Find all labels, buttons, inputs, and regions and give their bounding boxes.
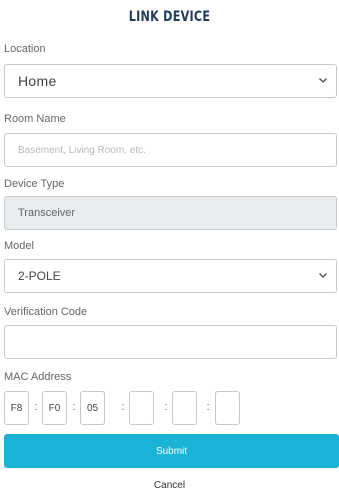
location-value: Home [18, 73, 57, 89]
mac-octet-input[interactable] [215, 391, 240, 425]
model-select[interactable]: 2-POLE [4, 259, 337, 293]
model-value: 2-POLE [18, 269, 61, 283]
mac-octet-input[interactable]: F0 [42, 391, 67, 425]
mac-address-row: F8 : F0 : 05 : : : [4, 391, 337, 425]
mac-octet-input[interactable]: F8 [4, 391, 29, 425]
room-name-placeholder: Basement, Living Room, etc. [18, 144, 146, 156]
mac-octet-input[interactable] [129, 391, 154, 425]
mac-octet-input[interactable] [172, 391, 197, 425]
room-name-label: Room Name [4, 113, 66, 125]
model-label: Model [4, 240, 34, 252]
page-title: LINK DEVICE [128, 9, 211, 25]
chevron-down-icon [318, 75, 328, 85]
device-type-value: Transceiver [18, 207, 76, 219]
verification-code-input[interactable] [4, 325, 337, 359]
device-type-label: Device Type [4, 178, 65, 190]
location-label: Location [4, 43, 46, 55]
mac-separator: : [164, 401, 168, 413]
verification-code-label: Verification Code [4, 306, 88, 318]
location-select[interactable]: Home [4, 64, 337, 98]
mac-address-label: MAC Address [4, 371, 72, 383]
mac-separator: : [121, 401, 125, 413]
mac-separator: : [72, 401, 76, 413]
mac-octet-input[interactable]: 05 [80, 391, 105, 425]
device-type-field: Transceiver [4, 196, 337, 230]
submit-button[interactable]: Submit [4, 434, 339, 468]
room-name-input[interactable]: Basement, Living Room, etc. [4, 133, 337, 167]
mac-separator: : [206, 401, 210, 413]
chevron-down-icon [318, 270, 328, 280]
mac-separator: : [34, 401, 38, 413]
cancel-link[interactable]: Cancel [0, 480, 339, 491]
